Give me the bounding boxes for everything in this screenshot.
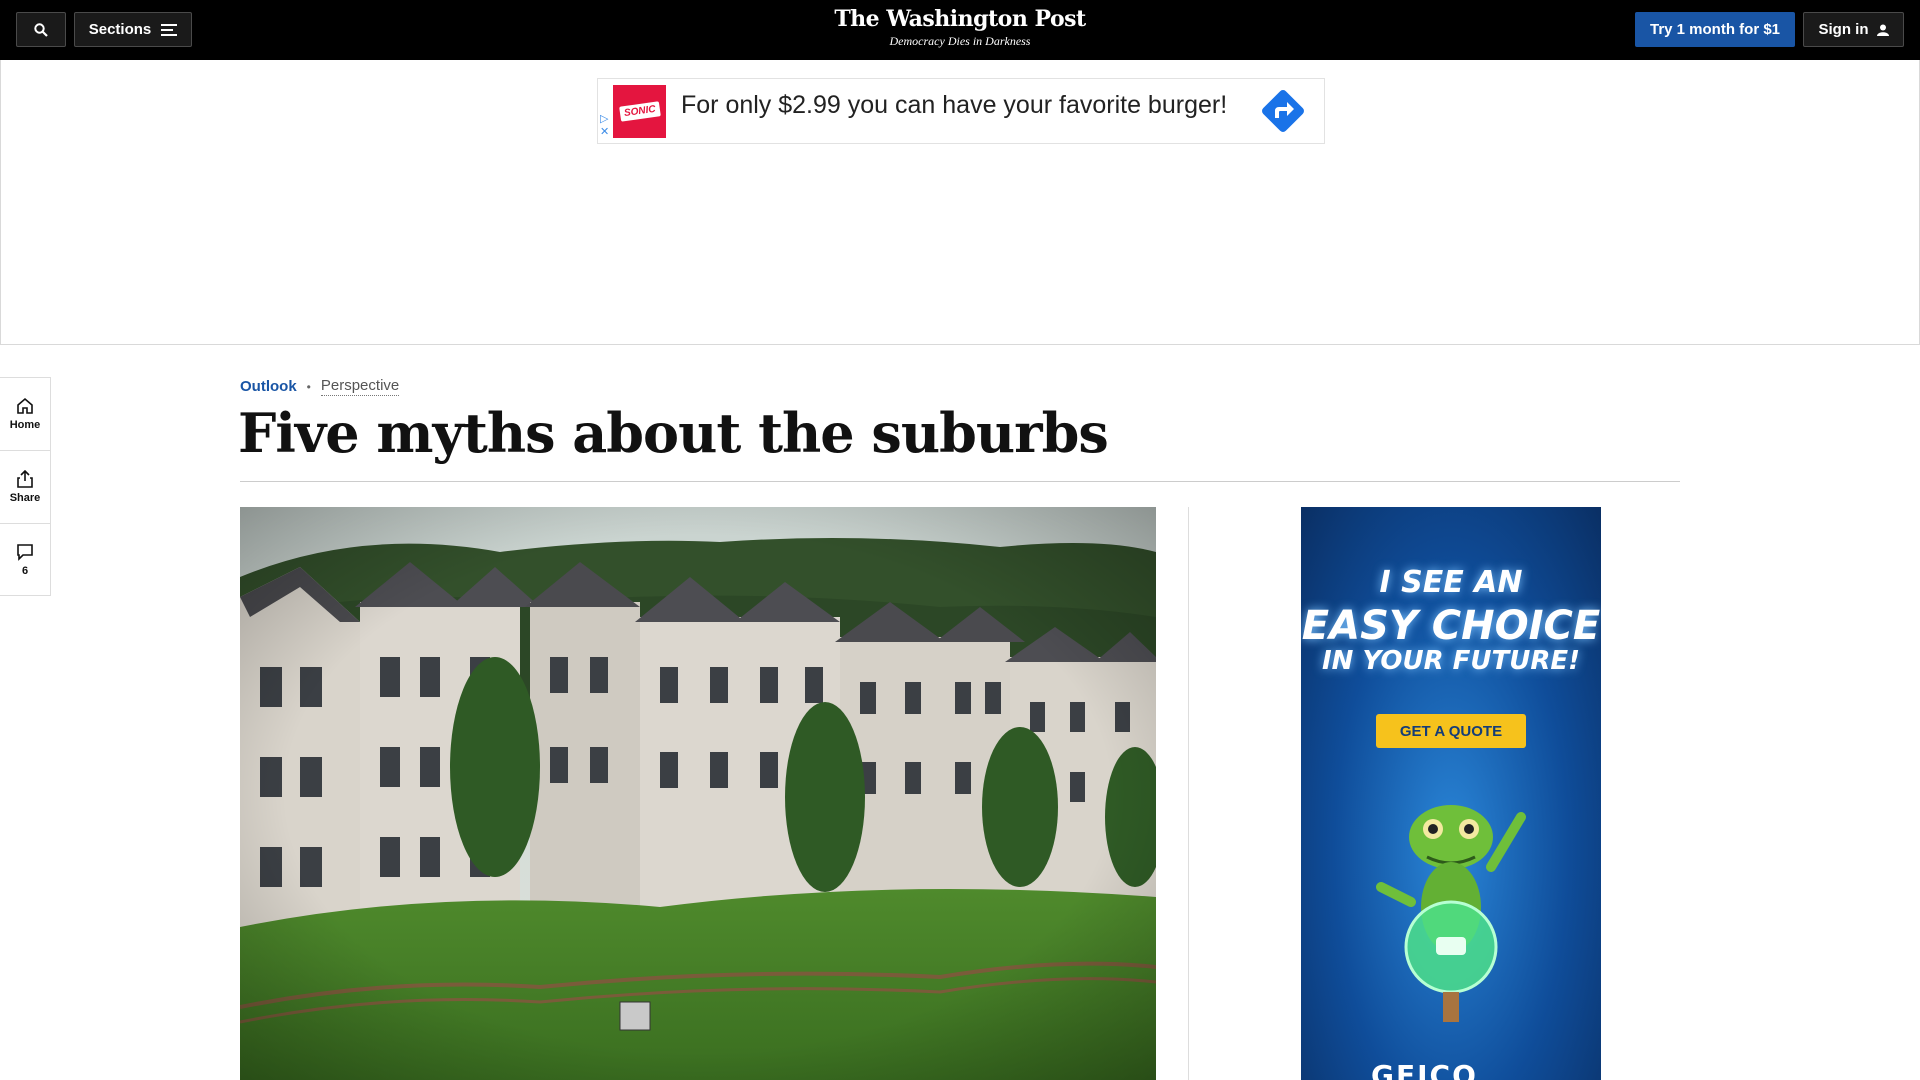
article-headline: Five myths about the suburbs xyxy=(238,401,1109,465)
home-icon xyxy=(17,397,33,414)
masthead-logo[interactable]: The Washington Post xyxy=(760,6,1160,32)
adchoices-icon[interactable]: ▷ ✕ xyxy=(600,113,609,139)
search-icon xyxy=(34,22,48,37)
suburban-housing-photo xyxy=(240,507,1156,1080)
kicker-separator: • xyxy=(306,379,311,394)
comment-icon xyxy=(17,544,33,561)
search-button[interactable] xyxy=(16,12,66,47)
sonic-logo: SONIC xyxy=(613,85,666,138)
banner-ad-text[interactable]: For only $2.99 you can have your favorit… xyxy=(681,91,1227,120)
column-divider xyxy=(1188,507,1189,1080)
sections-button[interactable]: Sections xyxy=(74,12,192,47)
article-kicker: Outlook • Perspective xyxy=(240,377,400,396)
ad-headline-line-1: I SEE AN xyxy=(1379,565,1523,600)
banner-ad[interactable]: ▷ ✕ SONIC For only $2.99 you can have you… xyxy=(597,78,1325,144)
rail-share-label: Share xyxy=(9,492,41,504)
rail-comments-button[interactable]: 6 xyxy=(0,524,50,596)
geico-logo: GEICO xyxy=(1371,1059,1478,1080)
top-navigation-bar: Sections The Washington Post Democracy D… xyxy=(0,0,1920,60)
sonic-logo-text: SONIC xyxy=(618,101,661,122)
hamburger-menu-icon xyxy=(161,23,178,36)
article-action-rail: Home Share 6 xyxy=(0,377,51,596)
hero-photo[interactable] xyxy=(240,507,1156,1080)
share-icon xyxy=(17,470,33,488)
perspective-label[interactable]: Perspective xyxy=(320,377,400,396)
top-ad-slot: ▷ ✕ SONIC For only $2.99 you can have you… xyxy=(0,60,1920,345)
geico-side-ad[interactable]: I SEE AN EASY CHOICE IN YOUR FUTURE! GET… xyxy=(1301,507,1601,1080)
masthead[interactable]: The Washington Post Democracy Dies in Da… xyxy=(760,6,1160,49)
rail-comments-count: 6 xyxy=(21,565,29,577)
get-a-quote-button[interactable]: GET A QUOTE xyxy=(1376,714,1526,748)
gecko-illustration xyxy=(1376,805,1526,1022)
sign-in-label: Sign in xyxy=(1818,21,1869,38)
ad-headline-line-2: EASY CHOICE xyxy=(1301,603,1601,649)
subscribe-offer-button[interactable]: Try 1 month for $1 xyxy=(1635,12,1795,47)
sections-label: Sections xyxy=(88,21,152,38)
rail-share-button[interactable]: Share xyxy=(0,451,50,524)
headline-divider xyxy=(240,481,1680,482)
sign-in-button[interactable]: Sign in xyxy=(1803,12,1904,47)
user-icon xyxy=(1876,24,1889,36)
rail-home-button[interactable]: Home xyxy=(0,378,50,451)
rail-home-label: Home xyxy=(9,419,41,431)
masthead-tagline: Democracy Dies in Darkness xyxy=(889,34,1031,48)
directions-arrow-icon[interactable] xyxy=(1258,86,1308,136)
ad-headline-line-3: IN YOUR FUTURE! xyxy=(1321,646,1581,676)
section-link[interactable]: Outlook xyxy=(240,378,297,395)
